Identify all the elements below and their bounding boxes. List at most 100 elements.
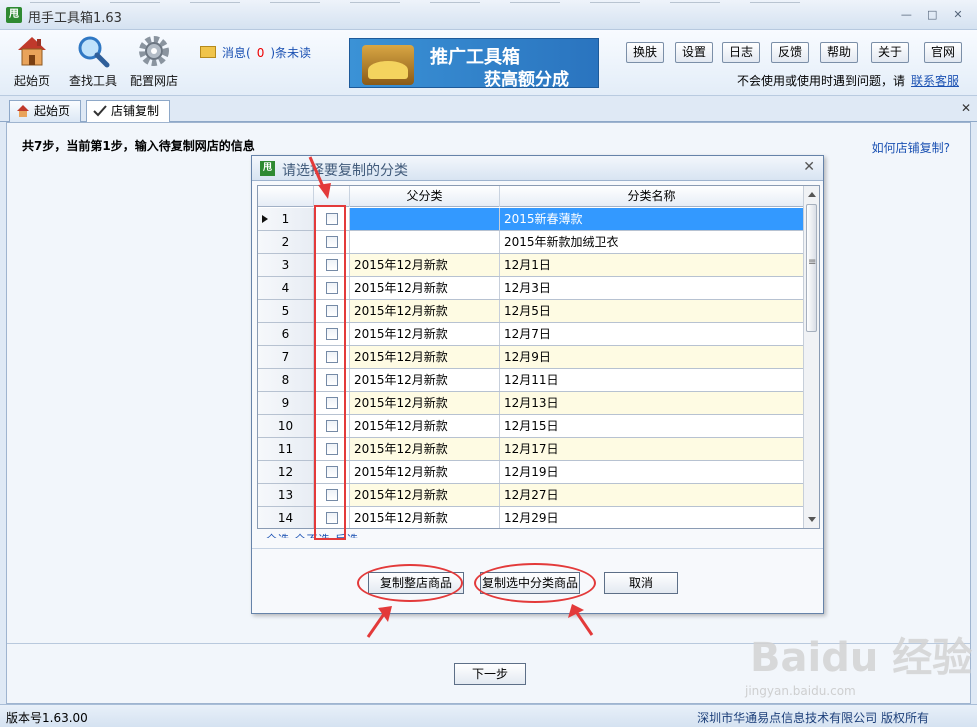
row-number-text: 10 (277, 419, 294, 433)
name-cell: 12月19日 (500, 461, 804, 483)
cancel-button[interactable]: 取消 (604, 572, 678, 594)
parent-column-header[interactable]: 父分类 (350, 186, 500, 207)
grid-scrollbar[interactable] (803, 186, 819, 528)
tab-shop-copy-label: 店铺复制 (111, 104, 160, 118)
next-step-button[interactable]: 下一步 (454, 663, 526, 685)
row-number-text: 8 (281, 373, 290, 387)
config-tool-button[interactable]: 配置网店 (128, 34, 180, 89)
feedback-button[interactable]: 反馈 (771, 42, 809, 63)
parent-cell: 2015年12月新款 (350, 254, 500, 276)
row-number: 12 (258, 461, 314, 483)
row-number: 8 (258, 369, 314, 391)
parent-cell: 2015年12月新款 (350, 438, 500, 460)
version-label: 版本号1.63.00 (6, 711, 88, 725)
find-tool-button[interactable]: 查找工具 (66, 34, 120, 89)
settings-button[interactable]: 设置 (675, 42, 713, 63)
dialog-title: 请选择要复制的分类 (282, 163, 408, 179)
grid-header: 父分类 分类名称 (258, 186, 804, 207)
home-tool-label: 起始页 (13, 74, 50, 88)
step-indicator: 共7步，当前第1步，输入待复制网店的信息 (22, 139, 255, 153)
row-number: 13 (258, 484, 314, 506)
scroll-thumb[interactable] (806, 204, 817, 332)
parent-cell: 2015年12月新款 (350, 369, 500, 391)
parent-cell: 2015年12月新款 (350, 277, 500, 299)
row-number-text: 3 (281, 258, 290, 272)
howto-link[interactable]: 如何店铺复制? (872, 139, 950, 156)
parent-cell: 2015年12月新款 (350, 507, 500, 528)
contact-support-link[interactable]: 联系客服 (911, 74, 959, 88)
skin-button[interactable]: 换肤 (626, 42, 664, 63)
website-button[interactable]: 官网 (924, 42, 962, 63)
envelope-icon (200, 46, 216, 58)
msg-count: 0 (256, 46, 265, 60)
name-cell: 12月9日 (500, 346, 804, 368)
help-button[interactable]: 帮助 (820, 42, 858, 63)
row-number-text: 7 (281, 350, 290, 364)
name-cell: 12月13日 (500, 392, 804, 414)
close-icon[interactable]: ✕ (947, 6, 969, 24)
house-icon (18, 37, 46, 66)
tab-home[interactable]: 起始页 (9, 100, 81, 122)
find-tool-label: 查找工具 (68, 74, 117, 88)
tab-shop-copy[interactable]: 店铺复制 (86, 100, 170, 123)
msg-suffix: )条未读 (270, 46, 312, 60)
parent-cell: 2015年12月新款 (350, 323, 500, 345)
row-number-text: 1 (281, 212, 290, 226)
row-number-text: 5 (281, 304, 290, 318)
main-toolbar: 起始页 查找工具 配置网店 消息(0)条未读 推广工具箱 获高额分成 换肤 设置… (0, 30, 977, 96)
title-bar: 甩 甩手工具箱1.63 — □ ✕ (0, 0, 977, 30)
window-controls: — □ ✕ (895, 6, 969, 24)
log-button[interactable]: 日志 (722, 42, 760, 63)
about-button[interactable]: 关于 (871, 42, 909, 63)
tab-home-label: 起始页 (34, 104, 71, 118)
maximize-icon[interactable]: □ (921, 6, 943, 24)
treasure-chest-icon (362, 45, 414, 85)
row-number-text: 12 (277, 465, 294, 479)
row-number-text: 14 (277, 511, 294, 525)
watermark-url: jingyan.baidu.com (745, 684, 856, 698)
watermark-logo: Baidu 经验 (750, 635, 973, 681)
red-arrow-icon (568, 604, 594, 636)
config-tool-label: 配置网店 (129, 74, 178, 88)
name-cell: 12月5日 (500, 300, 804, 322)
message-indicator[interactable]: 消息(0)条未读 (200, 44, 311, 61)
app-logo-icon: 甩 (6, 7, 22, 23)
tab-close-icon[interactable]: ✕ (961, 101, 971, 115)
parent-cell: 2015年12月新款 (350, 392, 500, 414)
app-logo-icon: 甩 (260, 161, 275, 176)
row-number: 14 (258, 507, 314, 528)
row-pointer-icon (262, 215, 268, 223)
parent-cell: 2015年12月新款 (350, 300, 500, 322)
scroll-up-icon[interactable] (808, 192, 816, 197)
help-text: 不会使用或使用时遇到问题，请 (736, 74, 905, 88)
parent-cell (350, 208, 500, 230)
row-number: 2 (258, 231, 314, 253)
row-number: 10 (258, 415, 314, 437)
row-number: 6 (258, 323, 314, 345)
dialog-divider (252, 548, 823, 549)
house-icon (17, 105, 29, 117)
row-number-text: 6 (281, 327, 290, 341)
name-cell: 12月27日 (500, 484, 804, 506)
status-bar: 版本号1.63.00 深圳市华通易点信息技术有限公司 版权所有 (0, 704, 977, 727)
copyright-label: 深圳市华通易点信息技术有限公司 版权所有 (697, 711, 929, 725)
dialog-close-icon[interactable]: ✕ (803, 159, 815, 175)
copy-selected-highlight-oval (474, 563, 596, 603)
row-number: 3 (258, 254, 314, 276)
name-cell: 12月7日 (500, 323, 804, 345)
name-cell: 12月1日 (500, 254, 804, 276)
scroll-down-icon[interactable] (808, 517, 816, 522)
background-tabs-strip (30, 0, 890, 3)
name-cell: 12月29日 (500, 507, 804, 528)
row-number-text: 2 (281, 235, 290, 249)
promo-banner[interactable]: 推广工具箱 获高额分成 (349, 38, 599, 88)
tab-bar: 起始页 店铺复制 (0, 97, 977, 123)
name-column-header[interactable]: 分类名称 (500, 186, 804, 207)
row-number: 4 (258, 277, 314, 299)
parent-cell: 2015年12月新款 (350, 346, 500, 368)
parent-cell: 2015年12月新款 (350, 415, 500, 437)
row-number: 9 (258, 392, 314, 414)
home-tool-button[interactable]: 起始页 (12, 34, 52, 89)
minimize-icon[interactable]: — (895, 6, 917, 24)
banner-line2: 获高额分成 (484, 70, 569, 88)
